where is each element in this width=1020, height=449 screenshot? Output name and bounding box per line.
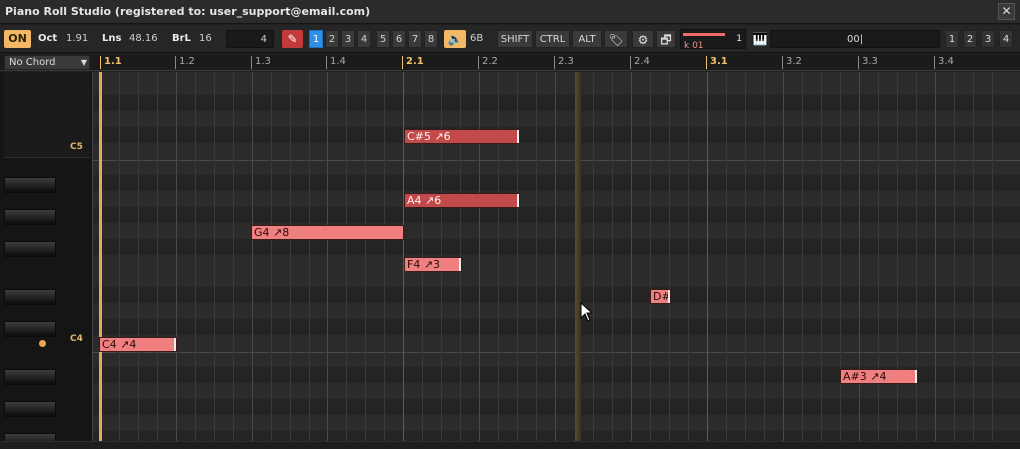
bottom-bar — [0, 441, 1020, 449]
channel-5-button[interactable]: 5 — [376, 30, 390, 48]
speaker-button[interactable]: 🔈 — [444, 30, 466, 48]
title-bar: Piano Roll Studio (registered to: user_s… — [0, 0, 1020, 24]
velocity-level-bar — [683, 33, 725, 36]
speaker-icon: 🔈 — [447, 32, 463, 46]
toolbar: ON Oct 1.91 Lns 48.16 BrL 16 4 ✎ 1 2 3 4… — [0, 25, 1020, 53]
note-a-sharp-3[interactable]: A#3 ↗4 — [840, 369, 918, 384]
piano-keyboard[interactable]: C5 C4 — [0, 72, 92, 444]
chord-input[interactable]: 00| — [770, 30, 940, 48]
note-c4[interactable]: C4 ↗4 — [99, 337, 177, 352]
tag-button[interactable]: 🏷 — [604, 30, 628, 48]
channel-2-button[interactable]: 2 — [325, 30, 339, 48]
black-key[interactable] — [4, 369, 56, 385]
brl-label: BrL — [172, 33, 191, 44]
black-key[interactable] — [4, 209, 56, 225]
brl-value[interactable]: 16 — [199, 30, 212, 48]
mouse-cursor-icon — [580, 302, 592, 322]
note-f4[interactable]: F4 ↗3 — [404, 257, 462, 272]
note-d-sharp[interactable]: D# — [650, 289, 671, 304]
note-label: G4 ↗8 — [254, 226, 290, 239]
note-a4[interactable]: A4 ↗6 — [404, 193, 520, 208]
note-grid[interactable]: C#5 ↗6 A4 ↗6 G4 ↗8 F4 ↗3 D# C4 ↗4 A#3 ↗4 — [92, 72, 1020, 441]
ruler-tick: 2.1 — [402, 56, 424, 69]
ruler-tick: 1.3 — [251, 56, 271, 69]
ruler-tick: 1.2 — [175, 56, 195, 69]
black-key[interactable] — [4, 177, 56, 193]
mini-button-1[interactable]: 1 — [945, 30, 959, 48]
channel-8-button[interactable]: 8 — [424, 30, 438, 48]
close-button[interactable]: ✕ — [998, 3, 1015, 20]
window-icon: 🗗 — [660, 33, 672, 47]
loop-start-marker[interactable] — [99, 72, 102, 441]
chord-select[interactable]: No Chord ▼ — [4, 55, 90, 70]
black-key[interactable] — [4, 241, 56, 257]
ruler-tick: 2.2 — [478, 56, 498, 69]
octave-label-c4: C4 — [70, 334, 83, 344]
mini-button-3[interactable]: 3 — [981, 30, 995, 48]
lns-label: Lns — [102, 33, 122, 44]
note-label: C4 ↗4 — [102, 338, 137, 351]
note-label: A4 ↗6 — [407, 194, 442, 207]
channel-6-button[interactable]: 6 — [392, 30, 406, 48]
step-field[interactable]: 4 — [226, 30, 274, 48]
channel-1-button[interactable]: 1 — [309, 30, 323, 48]
ruler-tick: 3.1 — [706, 56, 728, 69]
mini-button-4[interactable]: 4 — [999, 30, 1013, 48]
root-note-dot — [39, 340, 46, 347]
chevron-down-icon: ▼ — [80, 58, 87, 67]
ruler-tick: 1.4 — [326, 56, 346, 69]
playhead[interactable] — [575, 72, 581, 441]
black-key[interactable] — [4, 321, 56, 337]
on-toggle[interactable]: ON — [4, 30, 31, 48]
tag-icon: 🏷 — [608, 33, 624, 47]
window-mode-button[interactable]: 🗗 — [656, 30, 676, 48]
pencil-tool-button[interactable]: ✎ — [282, 30, 303, 48]
settings-button[interactable]: ⚙ — [632, 30, 654, 48]
velocity-meter[interactable]: k 01 1 — [680, 29, 746, 51]
black-key[interactable] — [4, 401, 56, 417]
ctrl-key-button[interactable]: CTRL — [535, 30, 570, 48]
lns-value[interactable]: 48.16 — [129, 30, 158, 48]
ruler-tick: 2.4 — [630, 56, 650, 69]
timeline-ruler[interactable]: No Chord ▼ 1.1 1.2 1.3 1.4 2.1 2.2 2.3 2… — [0, 54, 1020, 71]
note-label: F4 ↗3 — [407, 258, 441, 271]
ruler-tick: 1.1 — [100, 56, 122, 69]
oct-label: Oct — [38, 33, 58, 44]
alt-key-button[interactable]: ALT — [572, 30, 602, 48]
note-label: C#5 ↗6 — [407, 130, 451, 143]
sixb-label: 6B — [470, 33, 484, 44]
channel-7-button[interactable]: 7 — [408, 30, 422, 48]
piano-icon[interactable]: 🎹 — [752, 30, 768, 48]
velocity-number: 1 — [736, 34, 742, 44]
chord-select-value: No Chord — [9, 57, 56, 68]
ruler-tick: 3.3 — [858, 56, 878, 69]
ruler-tick: 3.2 — [782, 56, 802, 69]
channel-3-button[interactable]: 3 — [341, 30, 355, 48]
shift-key-button[interactable]: SHIFT — [497, 30, 533, 48]
octave-label-c5: C5 — [70, 142, 83, 152]
note-g4[interactable]: G4 ↗8 — [251, 225, 404, 240]
channel-4-button[interactable]: 4 — [357, 30, 371, 48]
window-title: Piano Roll Studio (registered to: user_s… — [5, 5, 371, 18]
gear-icon: ⚙ — [637, 33, 649, 47]
mini-button-2[interactable]: 2 — [963, 30, 977, 48]
oct-value[interactable]: 1.91 — [66, 30, 88, 48]
note-label: A#3 ↗4 — [843, 370, 887, 383]
pencil-icon: ✎ — [287, 32, 298, 46]
velocity-text: k 01 — [684, 41, 704, 51]
note-c-sharp-5[interactable]: C#5 ↗6 — [404, 129, 520, 144]
ruler-tick: 3.4 — [934, 56, 954, 69]
black-key[interactable] — [4, 289, 56, 305]
ruler-tick: 2.3 — [554, 56, 574, 69]
